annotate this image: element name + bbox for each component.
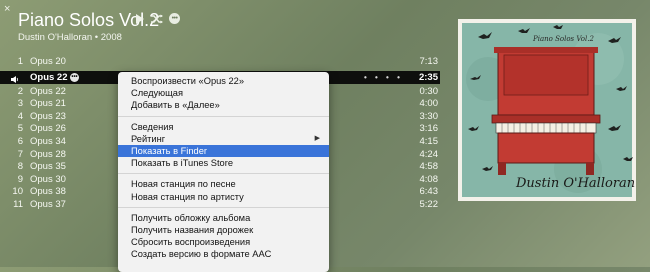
menu-item-get-track-names[interactable]: Получить названия дорожек [118,224,329,236]
track-name: Opus 26 [30,123,66,135]
menu-item-create-aac-version[interactable]: Создать версию в формате AAC [118,248,329,260]
album-art-artist-text: Dustin O'Halloran [515,176,635,191]
album-art-title-text: Piano Solos Vol.2 [532,35,594,43]
track-name: Opus 22 [30,85,66,97]
track-name: Opus 35 [30,161,66,173]
track-name: Opus 21 [30,98,66,110]
track-number: 2 [17,85,23,97]
track-number: 3 [17,98,23,110]
track-duration: 4:24 [419,148,439,160]
album-meta: Dustin O'Halloran • 2008 [18,32,122,43]
menu-separator [118,115,329,117]
track-duration: 0:30 [419,85,439,97]
menu-item-add-to-up-next[interactable]: Добавить в «Далее» [118,99,329,111]
menu-item-new-station-artist[interactable]: Новая станция по артисту [118,191,329,203]
track-duration: 3:16 [419,123,439,135]
track-name: Opus 28 [30,148,66,160]
play-icon[interactable] [135,13,145,24]
track-duration: 4:00 [419,98,439,110]
track-duration: 4:15 [419,135,439,147]
menu-item-get-album-artwork[interactable]: Получить обложку альбома [118,212,329,224]
album-more-button[interactable]: ••• [169,13,180,24]
album-artwork: Piano Solos Vol.2 Dustin O'Halloran [458,19,636,201]
track-number: 6 [17,135,23,147]
track-number: 5 [17,123,23,135]
track-duration: 2:35 [418,71,438,83]
album-controls: ••• [135,13,180,24]
menu-separator [118,173,329,175]
menu-item-rating-label: Рейтинг [131,133,166,144]
track-more-button[interactable]: ••• [70,72,79,82]
shuffle-icon[interactable] [151,14,163,24]
close-button[interactable]: × [4,4,10,15]
menu-separator [118,206,329,208]
track-number: 1 [17,56,23,67]
submenu-arrow-icon: ▶ [314,134,320,142]
menu-item-rating[interactable]: Рейтинг ▶ [118,133,329,145]
track-name: Opus 38 [30,186,66,198]
menu-item-reset-plays[interactable]: Сбросить воспроизведения [118,236,329,248]
track-duration: 4:58 [419,161,439,173]
context-menu: Воспроизвести «Opus 22» Следующая Добави… [118,72,329,272]
track-duration: 5:22 [419,198,439,210]
track-name: Opus 34 [30,135,66,147]
track-duration: 3:30 [419,110,439,122]
track-duration: 6:43 [419,186,439,198]
playback-progress[interactable]: • • • • [364,71,403,84]
track-number: 11 [13,198,23,210]
menu-item-show-in-itunes-store[interactable]: Показать в iTunes Store [118,157,329,169]
track-number: 8 [17,161,23,173]
menu-item-play[interactable]: Воспроизвести «Opus 22» [118,75,329,87]
menu-item-new-station-song[interactable]: Новая станция по песне [118,178,329,190]
track-number: 10 [12,186,23,198]
track-name: Opus 23 [30,110,66,122]
track-name: Opus 37 [30,198,66,210]
track-number: 9 [17,173,23,185]
menu-item-play-next[interactable]: Следующая [118,87,329,99]
track-duration: 4:08 [419,173,439,185]
track-row[interactable]: 1 Opus 20 7:13 [0,56,440,69]
track-name: Opus 30 [30,173,66,185]
track-name: Opus 20 [30,56,66,67]
menu-item-get-info[interactable]: Сведения [118,121,329,133]
track-name: Opus 22 [30,71,68,83]
track-number: 7 [17,148,23,160]
track-number: 4 [17,110,23,122]
track-duration: 7:13 [419,56,439,67]
menu-item-show-in-finder[interactable]: Показать в Finder [118,144,329,158]
